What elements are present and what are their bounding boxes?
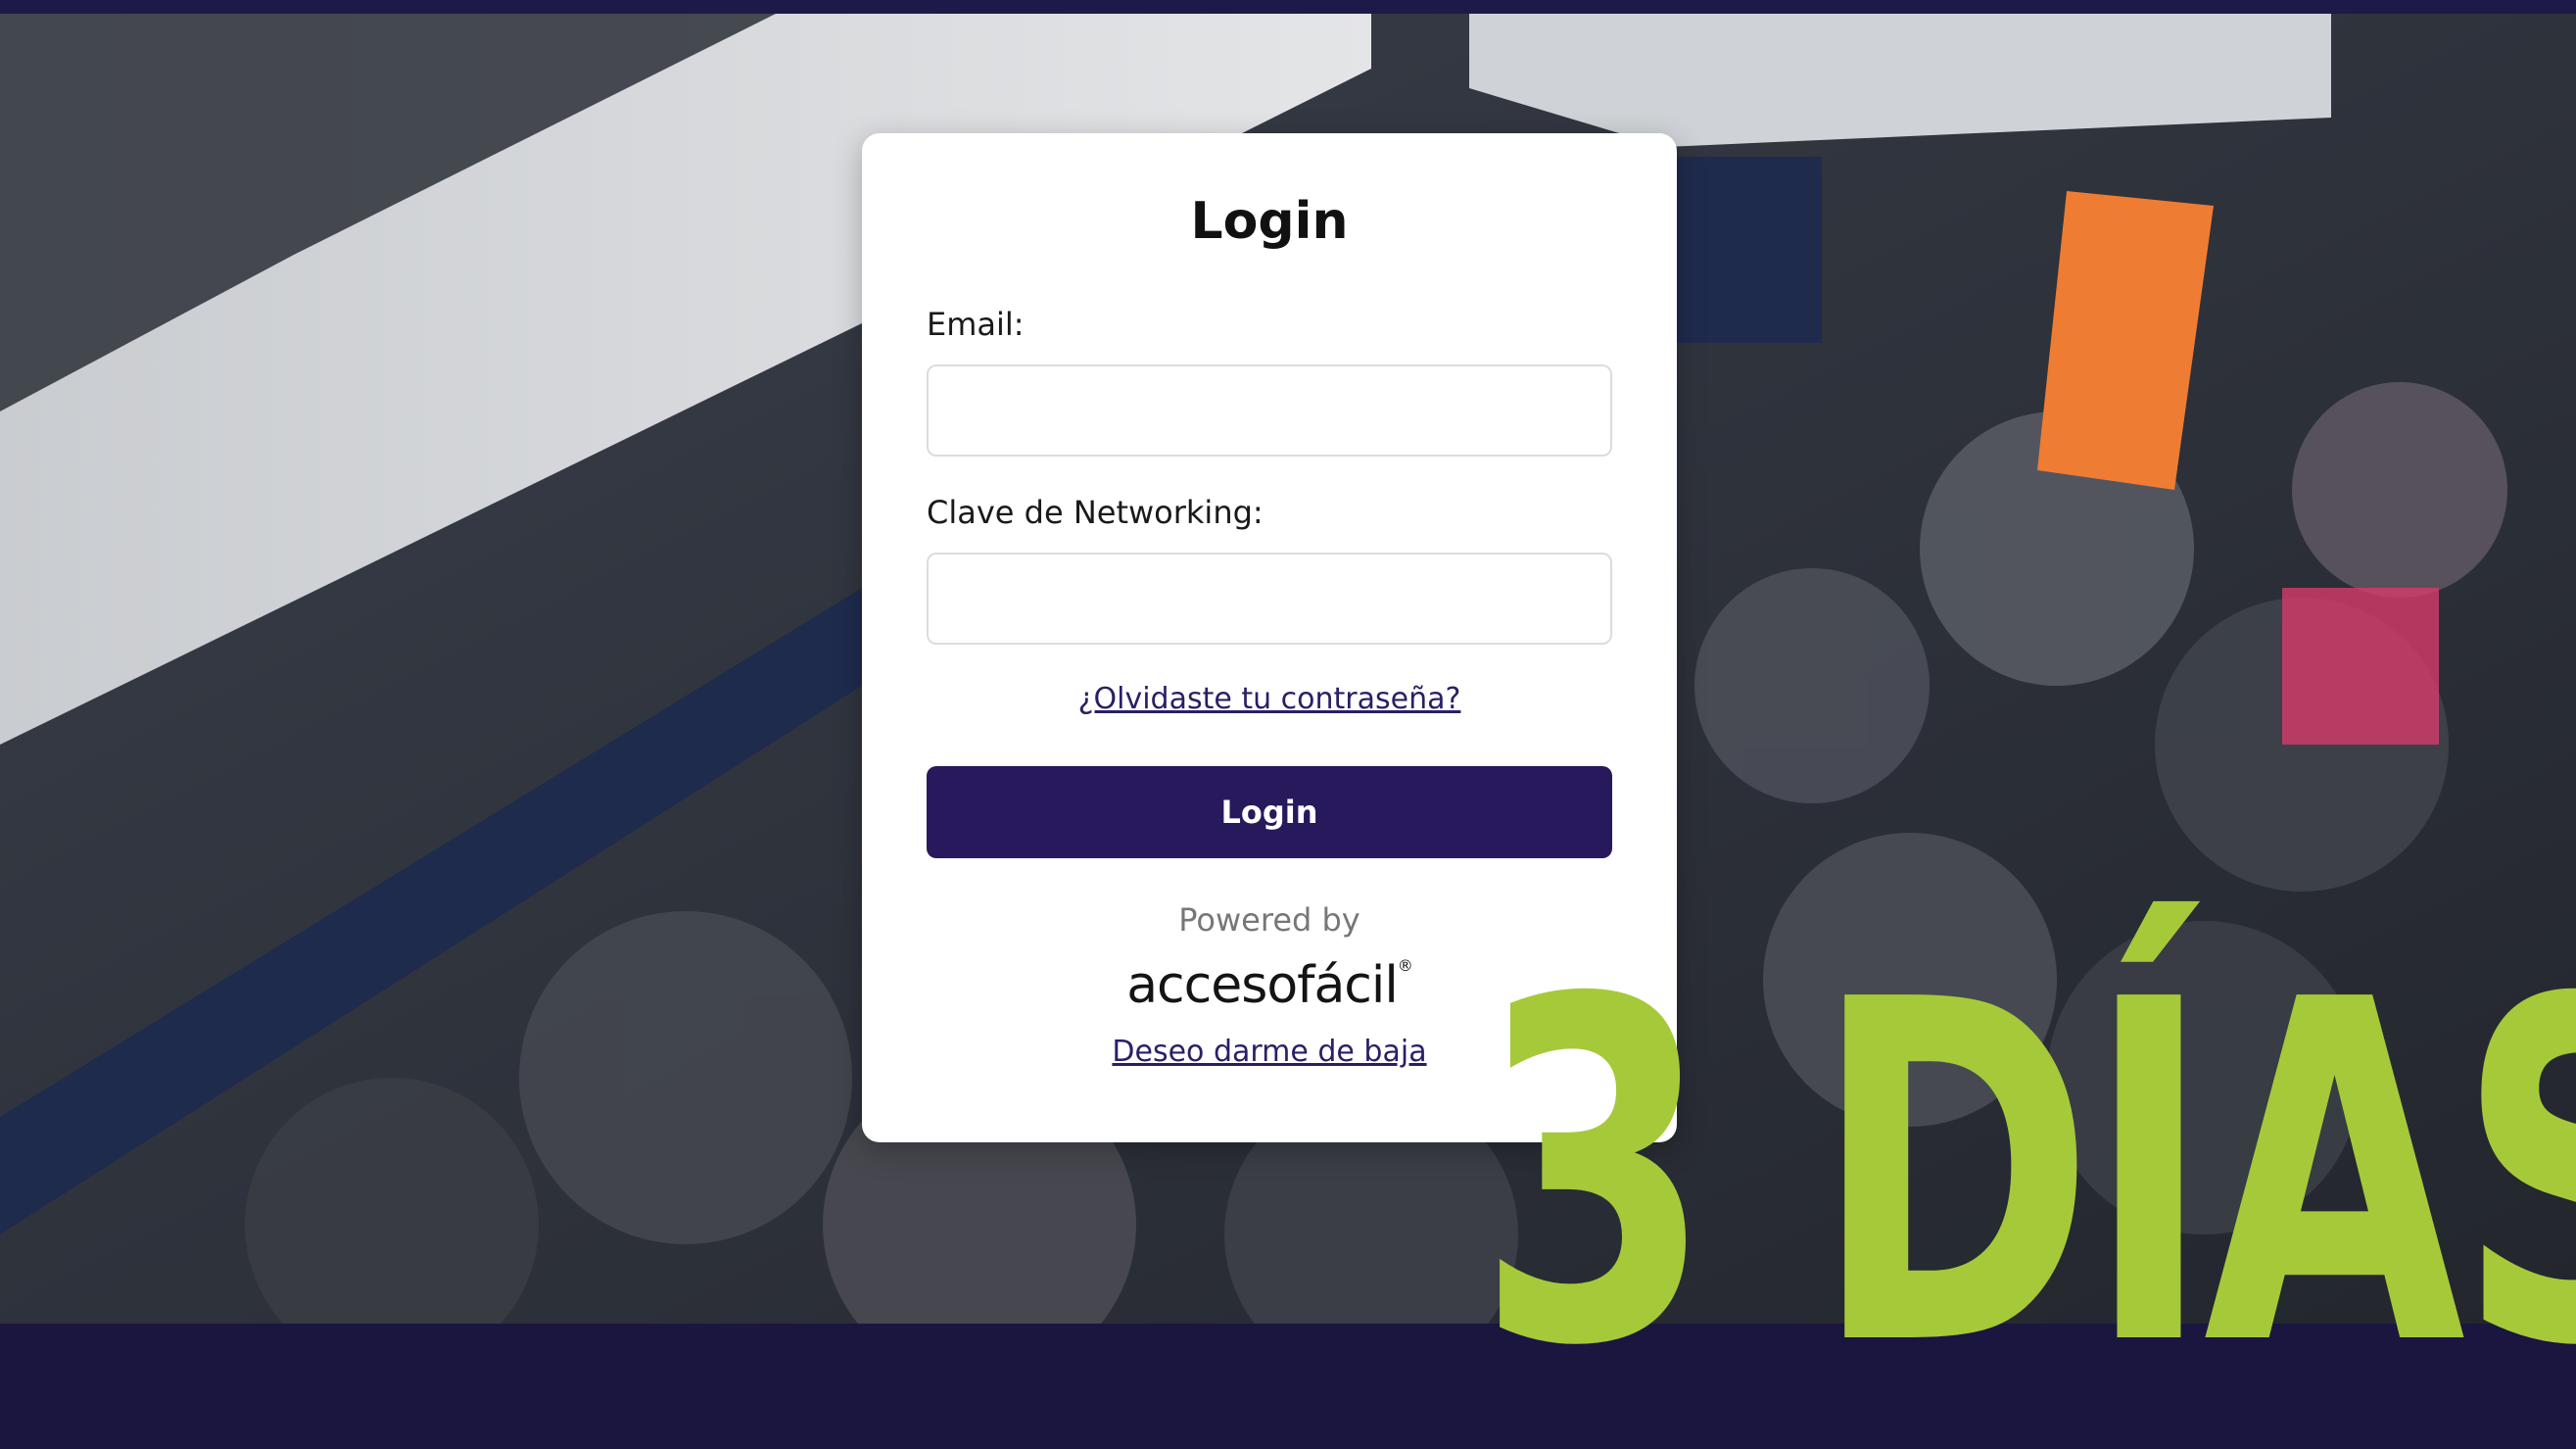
forgot-password-link[interactable]: ¿Olvidaste tu contraseña?: [862, 682, 1677, 716]
password-label: Clave de Networking:: [927, 494, 1264, 531]
top-decorative-strip: [0, 0, 2576, 14]
email-field[interactable]: [927, 364, 1612, 457]
brand-name: accesofácil: [1126, 956, 1399, 1015]
email-label: Email:: [927, 306, 1025, 343]
password-field[interactable]: [927, 553, 1612, 645]
days-banner: 3 DÍAS: [1477, 901, 2576, 1449]
login-title: Login: [1190, 192, 1349, 251]
trademark-mark: ®: [1397, 956, 1413, 975]
login-button[interactable]: Login: [927, 766, 1612, 858]
